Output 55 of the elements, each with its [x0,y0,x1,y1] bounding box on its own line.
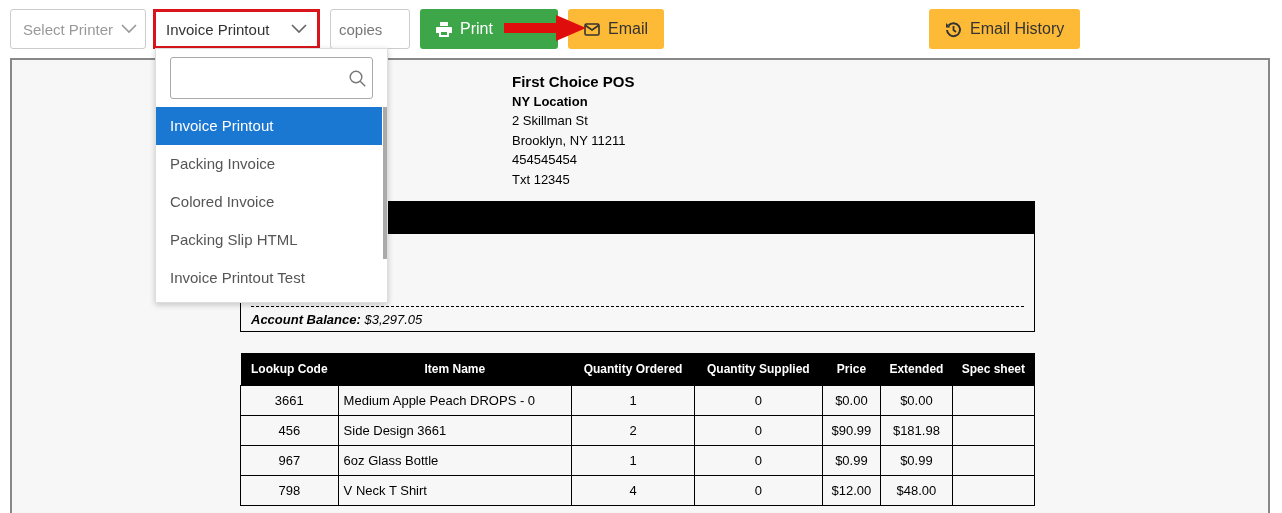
table-cell: 798 [278,483,301,498]
printer-icon [436,21,452,37]
table-cell: $12.00 [831,483,872,498]
chevron-icon [121,24,137,34]
table-cell: $48.00 [896,483,937,498]
account-balance: Account Balance: $3,297.05 [250,311,424,329]
dropdown-item[interactable]: Packing Slip HTML [156,221,382,259]
table-cell: 1 [629,453,637,468]
table-cell: 0 [754,423,762,438]
table-cell: Side Design 3661 [343,423,447,438]
copies-field[interactable]: copies [330,9,410,49]
envelope-icon [584,22,600,36]
table-cell: $90.99 [831,423,872,438]
search-icon [349,69,366,87]
column-header: Lookup Code [240,353,339,386]
table-cell: 0 [754,453,762,468]
scrollbar[interactable] [383,107,387,259]
table-cell: 967 [278,453,301,468]
table-cell: $0.00 [900,393,933,408]
dropdown-item[interactable]: Packing Invoice [156,145,382,183]
location-name: NY Location [512,92,589,111]
search-field[interactable] [170,57,373,99]
dropdown-item[interactable]: Colored Invoice [156,183,382,221]
column-header: Quantity Ordered [571,353,695,386]
table-cell: 0 [754,393,762,408]
table-cell: 1 [629,393,637,408]
table-cell: 0 [754,483,762,498]
email-history-button[interactable]: Email History [929,9,1081,49]
dropdown-item[interactable]: Invoice Printout Test [156,259,382,297]
company-name: First Choice POS [512,72,636,92]
table-cell: $0.00 [835,393,868,408]
address-line: Txt 12345 [512,170,571,189]
table-cell: 6oz Glass Bottle [343,453,439,468]
table-cell: $0.99 [900,453,933,468]
table-cell: Medium Apple Peach DROPS - 0 [343,393,536,408]
address-line: 454545454 [512,151,579,169]
column-header: Item Name [338,353,572,386]
address-line: Brooklyn, NY 11211 [512,131,627,150]
column-header: Spec sheet [952,353,1035,386]
email-button[interactable]: Email [568,9,664,49]
chevron-icon [291,24,307,34]
table-cell: $0.99 [835,453,868,468]
table-cell: V Neck T Shirt [343,483,427,498]
column-header: Extended [880,353,953,386]
history-icon [945,20,962,38]
table-cell: 2 [629,423,637,438]
address-line: 2 Skillman St [512,112,589,130]
table-cell: $181.98 [892,423,940,438]
table-cell: 4 [629,483,637,498]
column-header: Quantity Supplied [694,353,823,386]
template-select[interactable]: Invoice Printout [153,9,320,49]
dropdown-item[interactable]: Invoice Printout [156,107,382,145]
table-cell: 456 [278,423,301,438]
table-cell: 3661 [274,393,304,408]
column-header: Price [822,353,881,386]
